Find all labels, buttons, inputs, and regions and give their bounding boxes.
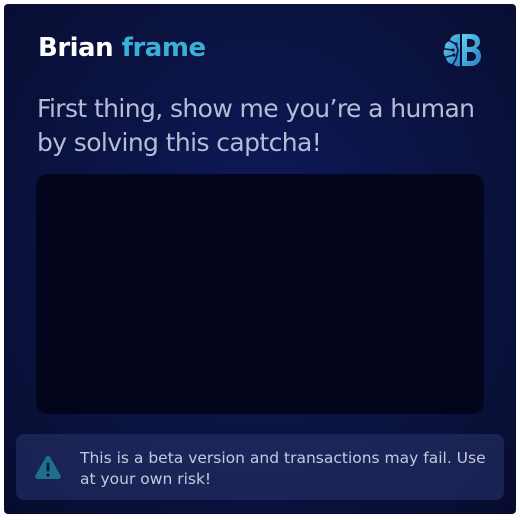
captcha-prompt-heading: First thing, show me you’re a human by s… — [37, 94, 475, 157]
beta-warning-banner: This is a beta version and transactions … — [16, 434, 504, 500]
brand-accent-text: frame — [121, 33, 206, 63]
brand-primary-text: Brian — [38, 33, 114, 63]
header: Brian frame — [38, 30, 488, 70]
brian-brain-logo-icon — [440, 30, 484, 70]
captcha-container[interactable] — [36, 174, 484, 414]
beta-warning-text: This is a beta version and transactions … — [80, 449, 486, 488]
brian-frame-window: Brian frame First thing, show me you’re … — [4, 4, 516, 514]
warning-icon — [34, 454, 62, 480]
brand-title: Brian frame — [38, 30, 206, 66]
